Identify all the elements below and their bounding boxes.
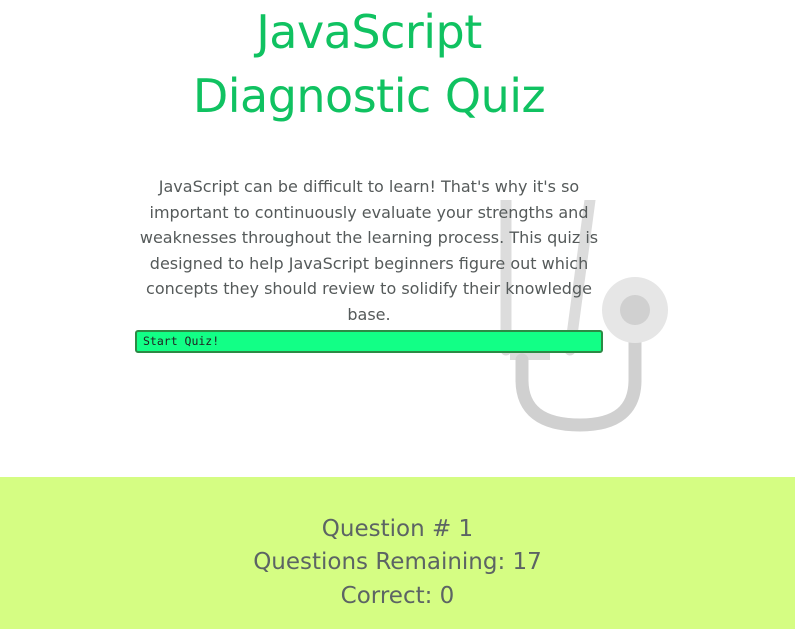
question-number: Question # 1 <box>321 516 474 542</box>
intro-text: JavaScript can be difficult to learn! Th… <box>139 177 599 324</box>
questions-remaining: Questions Remaining: 17 <box>253 549 542 575</box>
hero-section: JavaScript Diagnostic Quiz JavaScript ca… <box>0 0 795 477</box>
status-panel: Question # 1 Questions Remaining: 17 Cor… <box>0 477 795 629</box>
page-title: JavaScript Diagnostic Quiz <box>192 5 546 123</box>
start-quiz-button[interactable]: Start Quiz! <box>135 330 603 353</box>
quiz-page: JavaScript Diagnostic Quiz JavaScript ca… <box>0 0 795 629</box>
correct-count: Correct: 0 <box>340 583 455 609</box>
